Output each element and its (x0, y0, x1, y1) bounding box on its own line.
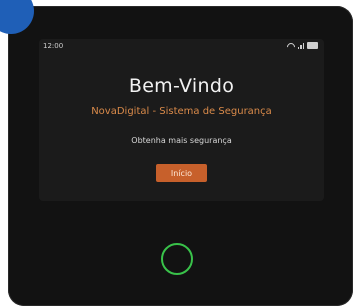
status-time: 12:00 (43, 42, 64, 50)
battery-icon (307, 42, 318, 49)
signal-icon (297, 43, 304, 49)
status-icons (287, 42, 318, 49)
start-button[interactable]: Início (156, 164, 207, 182)
tagline: Obtenha mais segurança (131, 136, 232, 145)
welcome-title: Bem-Vindo (128, 75, 235, 97)
home-button[interactable] (161, 243, 193, 275)
wifi-icon (287, 43, 295, 49)
screen: 12:00 Bem-Vindo NovaDigital - Sistema de… (39, 39, 324, 201)
status-bar: 12:00 (39, 39, 324, 53)
system-subtitle: NovaDigital - Sistema de Segurança (91, 106, 272, 117)
device-frame: 12:00 Bem-Vindo NovaDigital - Sistema de… (8, 6, 353, 306)
